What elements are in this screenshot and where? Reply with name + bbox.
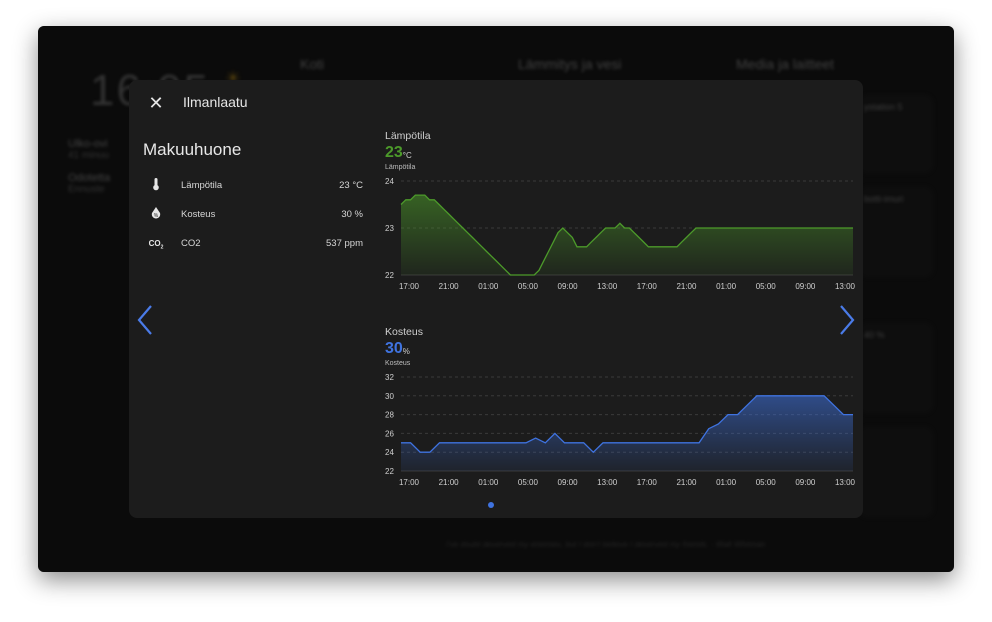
air-quality-dialog: ✕ Ilmanlaatu Makuuhuone Lämpötila 23 °C … bbox=[129, 80, 863, 518]
chart-title: Kosteus bbox=[385, 326, 423, 338]
y-tick-label: 26 bbox=[385, 429, 394, 438]
humidity-chart: Kosteus 30% Kosteus 22 24 26 28 30 32 17:00 21:… bbox=[385, 326, 856, 502]
y-tick-label: 32 bbox=[385, 373, 394, 382]
sensor-row-co2[interactable]: CO2 CO2 537 ppm bbox=[143, 235, 363, 253]
x-tick-label: 13:00 bbox=[597, 282, 618, 291]
water-percent-icon: % bbox=[147, 206, 165, 224]
y-tick-label: 24 bbox=[385, 448, 394, 457]
room-name: Makuuhuone bbox=[143, 140, 242, 159]
y-tick-label: 22 bbox=[385, 271, 394, 280]
x-tick-label: 21:00 bbox=[439, 478, 460, 487]
dialog-title: Ilmanlaatu bbox=[183, 94, 248, 110]
sensor-value: 30 % bbox=[341, 209, 363, 220]
humidity-chart-svg[interactable]: 22 24 26 28 30 32 17:00 21:00 01:00 05:00 09:00 13:… bbox=[385, 367, 856, 497]
x-tick-label: 05:00 bbox=[756, 282, 777, 291]
x-tick-label: 01:00 bbox=[716, 282, 737, 291]
y-tick-label: 24 bbox=[385, 177, 394, 186]
x-tick-label: 05:00 bbox=[518, 282, 539, 291]
chart-current-value: 23°C bbox=[385, 144, 855, 162]
x-tick-label: 01:00 bbox=[478, 282, 499, 291]
chart-unit: % bbox=[402, 347, 410, 356]
svg-text:%: % bbox=[154, 213, 159, 219]
x-tick-label: 05:00 bbox=[756, 478, 777, 487]
chart-current-number: 23 bbox=[385, 144, 403, 161]
y-tick-label: 22 bbox=[385, 467, 394, 476]
x-tick-label: 01:00 bbox=[716, 478, 737, 487]
x-tick-label: 17:00 bbox=[637, 478, 658, 487]
x-tick-label: 21:00 bbox=[439, 282, 460, 291]
y-tick-label: 23 bbox=[385, 224, 394, 233]
co2-icon: CO2 bbox=[148, 239, 164, 251]
close-icon[interactable]: ✕ bbox=[145, 92, 167, 114]
x-tick-label: 17:00 bbox=[399, 282, 420, 291]
x-tick-label: 09:00 bbox=[795, 478, 816, 487]
page-indicator-dot[interactable] bbox=[488, 502, 494, 508]
sensor-row-humidity[interactable]: % Kosteus 30 % bbox=[143, 206, 363, 224]
chart-current-value: 30% bbox=[385, 340, 855, 358]
temperature-chart-svg[interactable]: 22 23 24 17:00 21:00 01:00 05:00 09:00 13:00 17:0… bbox=[385, 171, 856, 301]
temperature-chart: Lämpötila 23°C Lämpötila 22 23 24 17:00 21:0… bbox=[385, 130, 856, 306]
x-tick-label: 01:00 bbox=[478, 478, 499, 487]
y-tick-label: 28 bbox=[385, 411, 394, 420]
chart-subtitle: Kosteus bbox=[385, 360, 411, 367]
x-tick-label: 13:00 bbox=[835, 478, 855, 487]
sensor-value: 23 °C bbox=[339, 180, 363, 191]
chart-title: Lämpötila bbox=[385, 130, 431, 142]
sensor-label: CO2 bbox=[181, 238, 201, 249]
x-tick-label: 21:00 bbox=[676, 282, 697, 291]
series-area bbox=[401, 195, 853, 275]
x-tick-label: 05:00 bbox=[518, 478, 539, 487]
x-tick-label: 13:00 bbox=[597, 478, 618, 487]
x-tick-label: 09:00 bbox=[558, 478, 579, 487]
x-tick-label: 09:00 bbox=[795, 282, 816, 291]
sensor-row-temperature[interactable]: Lämpötila 23 °C bbox=[143, 177, 363, 195]
sensor-value: 537 ppm bbox=[326, 238, 363, 249]
app-window: 16:05 ☀ Koti Lämmitys ja vesi Media ja l… bbox=[38, 26, 954, 572]
chart-unit: °C bbox=[402, 151, 412, 160]
x-tick-label: 17:00 bbox=[637, 282, 658, 291]
chevron-right-icon[interactable] bbox=[834, 302, 858, 338]
y-tick-label: 30 bbox=[385, 392, 394, 401]
sensor-label: Kosteus bbox=[181, 209, 216, 220]
x-tick-label: 13:00 bbox=[835, 282, 855, 291]
sensor-label: Lämpötila bbox=[181, 180, 223, 191]
x-tick-label: 09:00 bbox=[558, 282, 579, 291]
chevron-left-icon[interactable] bbox=[134, 302, 158, 338]
thermometer-icon bbox=[147, 177, 165, 195]
chart-current-number: 30 bbox=[385, 340, 403, 357]
x-tick-label: 17:00 bbox=[399, 478, 420, 487]
chart-subtitle: Lämpötila bbox=[385, 164, 416, 171]
x-tick-label: 21:00 bbox=[676, 478, 697, 487]
